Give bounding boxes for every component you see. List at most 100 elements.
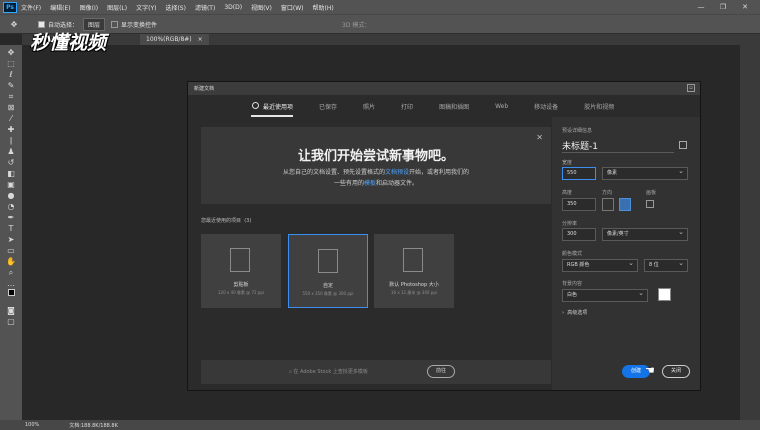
more-tools-icon[interactable]: …	[5, 278, 17, 289]
document-presets-link[interactable]: 文档预设	[385, 169, 409, 176]
stock-search-input[interactable]: ⌕ 在 Adobe Stock 上查找更多模板	[289, 368, 368, 375]
background-dropdown[interactable]: 白色	[562, 288, 648, 302]
menu-help[interactable]: 帮助(H)	[313, 3, 334, 12]
dialog-title: 新建文档	[194, 86, 215, 92]
banner-close-icon[interactable]: ✕	[536, 133, 543, 142]
move-tool-icon[interactable]: ✥	[8, 19, 20, 30]
dialog-title-bar: 新建文档	[188, 82, 700, 95]
shape-icon[interactable]: ▭	[5, 245, 17, 256]
bit-depth-dropdown[interactable]: 8 位	[644, 258, 688, 272]
artboard-checkbox[interactable]	[646, 200, 654, 208]
recent-item-default-size[interactable]: 默认 Photoshop 大小 16 x 12 厘米 @ 300 ppi	[374, 234, 454, 308]
tab-print[interactable]: 打印	[401, 95, 413, 117]
stamp-icon[interactable]: ♟	[5, 146, 17, 157]
menu-file[interactable]: 文件(F)	[21, 3, 41, 12]
quick-select-icon[interactable]: ✎	[5, 80, 17, 91]
tab-photo[interactable]: 照片	[363, 95, 375, 117]
height-input[interactable]: 350	[562, 198, 596, 211]
width-unit-dropdown[interactable]: 像素	[602, 166, 688, 180]
orientation-label: 方向	[602, 190, 613, 196]
width-label: 宽度	[562, 160, 573, 166]
lasso-icon[interactable]: ℓ	[5, 69, 17, 80]
height-label: 高度	[562, 190, 573, 196]
dodge-icon[interactable]: ◔	[5, 201, 17, 212]
landscape-icon[interactable]	[619, 198, 631, 211]
color-mode-dropdown[interactable]: RGB 颜色	[562, 258, 638, 272]
recent-items-label: 您最近使用的项目 (3)	[201, 218, 252, 224]
resolution-input[interactable]: 300	[562, 228, 596, 241]
menu-layer[interactable]: 图层(L)	[107, 3, 127, 12]
preset-details-label: 预设详细信息	[562, 128, 593, 134]
color-swatches-icon[interactable]	[5, 289, 17, 305]
recent-item-clipboard[interactable]: 剪贴板 120 x 40 像素 @ 72 ppi	[201, 234, 281, 308]
quick-mask-icon[interactable]: ◙	[5, 305, 17, 316]
minimize-icon[interactable]: —	[690, 3, 712, 11]
menu-select[interactable]: 选择(S)	[165, 3, 186, 12]
zoom-level[interactable]: 100%	[25, 422, 39, 428]
status-bar: 100% 文档:188.8K/188.8K	[0, 420, 760, 430]
3d-mode-label: 3D 模式：	[342, 21, 371, 29]
menu-type[interactable]: 文字(Y)	[136, 3, 156, 12]
document-icon	[403, 248, 423, 272]
menu-filter[interactable]: 滤镜(T)	[195, 3, 215, 12]
hand-cursor-icon: ☚	[645, 364, 655, 377]
screen-mode-icon[interactable]: ▢	[5, 316, 17, 327]
eyedropper-icon[interactable]: ⁄	[5, 113, 17, 124]
document-title-input[interactable]: 未标题-1	[562, 139, 674, 153]
tab-mobile[interactable]: 移动设备	[534, 95, 558, 117]
move-icon[interactable]: ✥	[5, 47, 17, 58]
close-tab-icon[interactable]: ×	[198, 36, 203, 43]
blur-icon[interactable]: ●	[5, 190, 17, 201]
card-name: 自定	[322, 283, 333, 289]
zoom-icon[interactable]: ⌕	[5, 267, 17, 278]
pen-icon[interactable]: ✒	[5, 212, 17, 223]
hand-icon[interactable]: ✋	[5, 256, 17, 267]
background-color-swatch[interactable]	[658, 288, 671, 301]
banner-headline: 让我们开始尝试新事物吧。	[297, 149, 454, 164]
document-tab[interactable]: 100%(RGB/8#) ×	[140, 34, 209, 45]
menu-window[interactable]: 窗口(W)	[281, 3, 304, 12]
type-icon[interactable]: T	[5, 223, 17, 234]
auto-select-checkbox[interactable]	[38, 20, 45, 28]
go-button[interactable]: 前往	[427, 365, 455, 378]
clipboard-icon	[230, 248, 250, 272]
history-brush-icon[interactable]: ↺	[5, 157, 17, 168]
background-label: 背景内容	[562, 281, 583, 287]
card-detail: 16 x 12 厘米 @ 300 ppi	[391, 290, 437, 295]
marquee-icon[interactable]: ⬚	[5, 58, 17, 69]
tab-art-illustration[interactable]: 图稿和插图	[439, 95, 469, 117]
path-select-icon[interactable]: ➤	[5, 234, 17, 245]
banner-line-1: 从您自己的文档设置、预先设置格式的文档预设开始，或者利用我们的	[282, 169, 470, 176]
clock-icon	[252, 102, 259, 109]
tab-saved[interactable]: 已保存	[319, 95, 337, 117]
document-tab-bar	[22, 34, 750, 45]
gradient-icon[interactable]: ▣	[5, 179, 17, 190]
menu-view[interactable]: 视图(V)	[251, 3, 272, 12]
tab-film-video[interactable]: 胶片和视频	[584, 95, 614, 117]
portrait-icon[interactable]	[602, 198, 614, 211]
frame-icon[interactable]: ⊠	[5, 102, 17, 113]
width-input[interactable]: 550	[562, 167, 596, 180]
maximize-icon[interactable]: ❐	[712, 3, 734, 11]
menu-3d[interactable]: 3D(D)	[224, 4, 242, 11]
resolution-label: 分辨率	[562, 221, 578, 227]
close-window-icon[interactable]: ✕	[734, 3, 756, 11]
recent-item-custom[interactable]: 自定 550 x 350 像素 @ 300 ppi	[288, 234, 368, 308]
advanced-options-toggle[interactable]: › 高级选项	[562, 309, 587, 316]
welcome-banner: ✕ 让我们开始尝试新事物吧。 从您自己的文档设置、预先设置格式的文档预设开始，或…	[201, 127, 551, 204]
menu-image[interactable]: 图像(I)	[80, 3, 98, 12]
resolution-unit-dropdown[interactable]: 像素/英寸	[602, 227, 688, 241]
card-name: 剪贴板	[233, 282, 249, 288]
brush-icon[interactable]: ǀ	[5, 135, 17, 146]
eraser-icon[interactable]: ◧	[5, 168, 17, 179]
healing-icon[interactable]: ✚	[5, 124, 17, 135]
close-button[interactable]: 关闭	[662, 365, 690, 378]
crop-icon[interactable]: ⌗	[5, 91, 17, 102]
templates-link[interactable]: 模板	[364, 180, 376, 187]
tab-recent[interactable]: 最近使用项	[250, 95, 294, 117]
menu-edit[interactable]: 编辑(E)	[50, 3, 70, 12]
tab-web[interactable]: Web	[495, 95, 508, 117]
save-preset-icon[interactable]	[679, 141, 687, 149]
dialog-close-icon[interactable]: ▫	[687, 84, 695, 92]
show-transform-checkbox[interactable]	[111, 20, 119, 28]
